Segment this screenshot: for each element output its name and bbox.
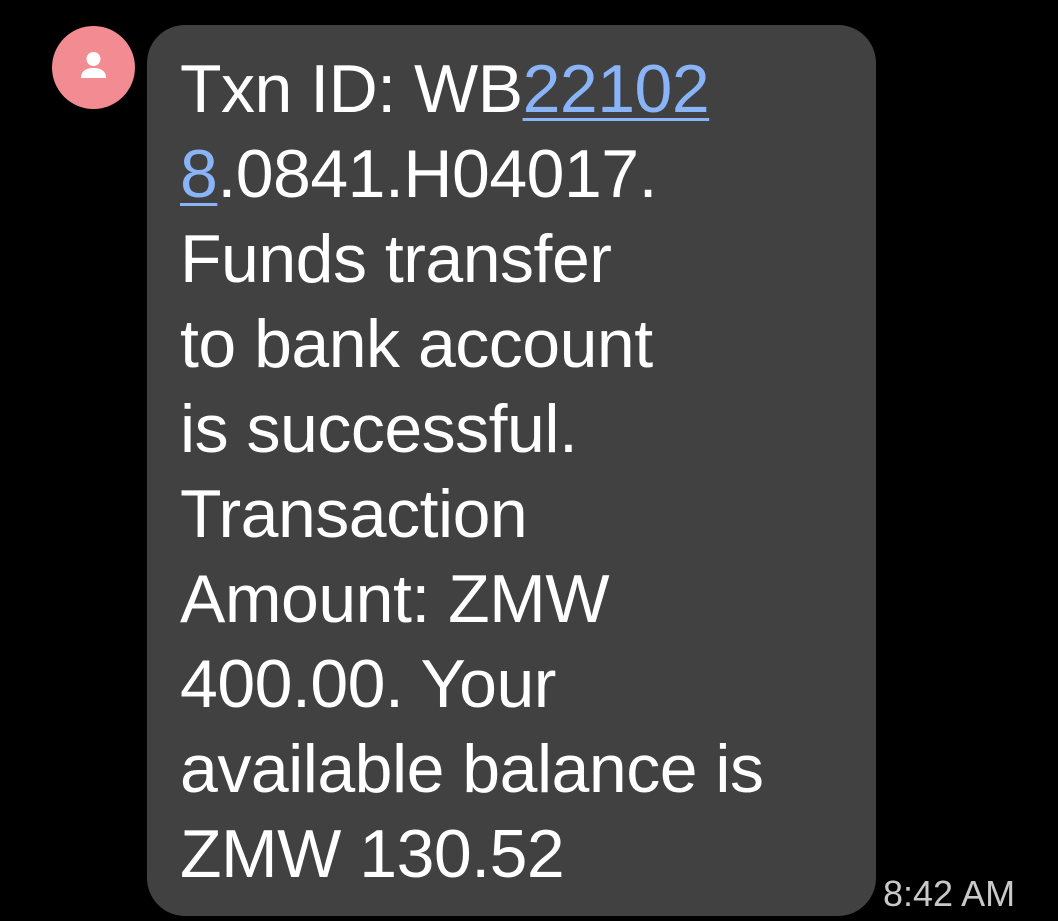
message-line-7: Amount: ZMW (180, 561, 610, 637)
txn-id-link-part-1[interactable]: 22102 (523, 51, 710, 127)
person-icon (81, 52, 106, 78)
message-text: Txn ID: WB22102 8.0841.H04017. Funds tra… (180, 47, 860, 897)
message-line-2: 8.0841.H04017. (180, 132, 860, 217)
message-line-1: Txn ID: WB22102 (180, 47, 860, 132)
message-line-6: Transaction (180, 476, 528, 552)
message-thread: Txn ID: WB22102 8.0841.H04017. Funds tra… (0, 0, 1058, 921)
message-line-3: Funds transfer (180, 221, 612, 297)
message-line-9: available balance is (180, 731, 764, 807)
txn-id-suffix: .0841.H04017. (217, 136, 657, 212)
message-timestamp: 8:42 AM (883, 873, 1016, 914)
message-line-10: ZMW 130.52 (180, 816, 565, 892)
message-line-8: 400.00. Your (180, 646, 556, 722)
sender-avatar[interactable] (52, 26, 135, 109)
message-line-5: is successful. (180, 391, 578, 467)
txn-id-link-part-2[interactable]: 8 (180, 136, 218, 212)
txn-id-prefix: Txn ID: WB (180, 51, 523, 127)
message-line-4: to bank account (180, 306, 653, 382)
